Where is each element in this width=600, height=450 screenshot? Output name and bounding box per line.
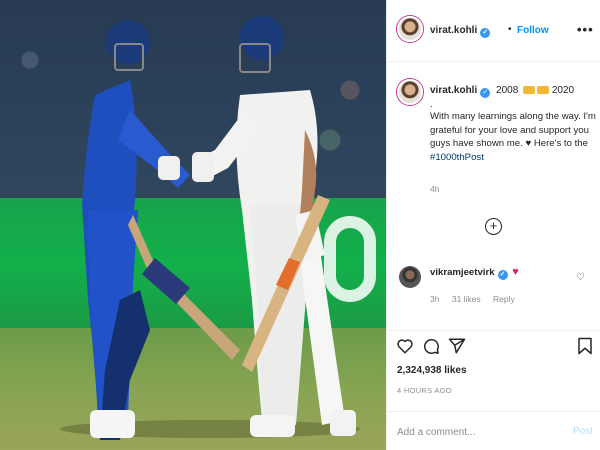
caption-hashtag[interactable]: #1000thPost [430, 152, 484, 163]
header-separator: • [508, 24, 512, 35]
caption-text: With many learnings along the way. I'm g… [430, 111, 596, 149]
caption-timestamp[interactable]: 4h [430, 184, 439, 194]
heart-emoji-icon: ♥ [512, 266, 519, 278]
verified-icon: ✓ [480, 28, 491, 38]
verified-icon: ✓ [497, 270, 508, 280]
share-icon[interactable] [448, 337, 466, 355]
author-avatar[interactable] [397, 16, 423, 42]
comment-input[interactable] [397, 422, 557, 442]
commenter-avatar[interactable] [399, 266, 421, 288]
comment-likes[interactable]: 31 likes [452, 294, 481, 304]
likes-count[interactable]: 2,324,938 likes [397, 365, 467, 376]
verified-icon: ✓ [480, 88, 491, 98]
commenter-username[interactable]: vikramjeetvirk [430, 267, 495, 278]
comment-item: vikramjeetvirk ✓ ♥ 3h 31 likes Reply ♡ [387, 258, 600, 318]
follow-button[interactable]: Follow [517, 25, 549, 36]
photo-players-illustration [82, 16, 356, 440]
author-username[interactable]: virat.kohli [430, 25, 477, 36]
caption-text-block: With many learnings along the way. I'm g… [430, 110, 596, 164]
comment-meta: 3h 31 likes Reply [430, 294, 525, 304]
add-circle-icon[interactable]: + [485, 218, 502, 235]
post-caption: virat.kohli ✓ 2008 2020 . With many learn… [387, 62, 600, 252]
caption-year-end: 2020 [551, 85, 575, 96]
add-comment-bar: Post [387, 411, 600, 450]
post-photo[interactable] [0, 0, 386, 450]
comment-heart-icon[interactable]: ♡ [576, 272, 585, 283]
handshake-emoji-icon [523, 86, 536, 94]
posted-ago[interactable]: 4 HOURS AGO [397, 386, 452, 395]
comment-icon[interactable] [422, 337, 440, 355]
comment-time[interactable]: 3h [430, 294, 439, 304]
bookmark-icon[interactable] [577, 337, 593, 355]
handshake-emoji-icon [537, 86, 550, 94]
caption-author-username[interactable]: virat.kohli [430, 85, 477, 96]
post-side-panel: virat.kohli ✓ • Follow ••• virat.kohli ✓ 2… [386, 0, 600, 450]
more-icon[interactable]: ••• [577, 22, 594, 37]
post-header: virat.kohli ✓ • Follow ••• [387, 0, 600, 62]
heart-icon[interactable] [396, 337, 414, 355]
caption-year-start: 2008 [496, 85, 519, 96]
post-comment-button[interactable]: Post [573, 426, 593, 437]
caption-author-avatar[interactable] [397, 79, 423, 105]
reply-button[interactable]: Reply [493, 294, 515, 304]
post-actions: 2,324,938 likes 4 HOURS AGO Post [387, 330, 600, 450]
